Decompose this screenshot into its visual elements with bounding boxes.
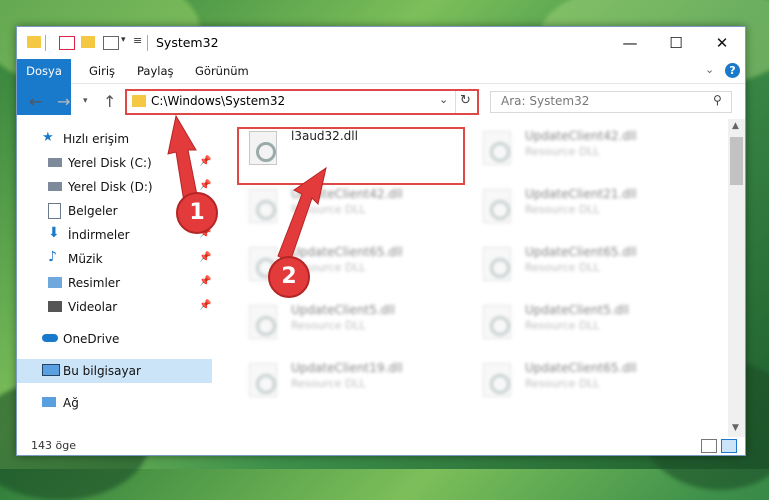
download-icon: ⬇ bbox=[48, 225, 60, 241]
nav-quick-access[interactable]: ★ Hızlı erişim bbox=[17, 127, 212, 151]
step-badge-1: 1 bbox=[176, 192, 218, 234]
address-dropdown-icon[interactable]: ⌄ bbox=[439, 93, 448, 106]
nav-local-disk-c[interactable]: Yerel Disk (C:) 📌 bbox=[17, 151, 212, 175]
forward-button[interactable]: → bbox=[57, 92, 70, 111]
refresh-icon[interactable]: ↻ bbox=[460, 93, 471, 108]
nav-videos[interactable]: Videolar 📌 bbox=[17, 295, 212, 319]
title-bar: ▾ ≡ System32 — ☐ ✕ bbox=[17, 27, 745, 59]
ribbon-expand-icon[interactable]: ⌄ bbox=[705, 63, 714, 76]
status-bar: 143 öge bbox=[17, 437, 745, 455]
music-icon: ♪ bbox=[48, 249, 57, 265]
file-highlight-box bbox=[237, 127, 465, 185]
pin-icon[interactable]: 📌 bbox=[199, 180, 211, 191]
file-item[interactable]: UpdateClient65.dll Resource DLL bbox=[475, 239, 705, 295]
cloud-icon bbox=[42, 334, 58, 342]
large-icons-view-icon[interactable] bbox=[721, 439, 737, 453]
scroll-up-icon[interactable]: ▲ bbox=[732, 121, 739, 131]
step-badge-2: 2 bbox=[268, 256, 310, 298]
scrollbar-thumb[interactable] bbox=[730, 137, 743, 185]
video-icon bbox=[48, 301, 62, 312]
search-icon[interactable]: ⚲ bbox=[713, 93, 722, 107]
quick-access-menu-icon[interactable]: ≡ bbox=[133, 34, 142, 47]
pin-icon[interactable]: 📌 bbox=[199, 300, 211, 311]
star-icon: ★ bbox=[42, 130, 54, 145]
file-item[interactable]: UpdateClient42.dll Resource DLL bbox=[241, 181, 471, 237]
file-item[interactable]: UpdateClient5.dll Resource DLL bbox=[241, 297, 471, 353]
navigation-pane: ★ Hızlı erişim Yerel Disk (C:) 📌 Yerel D… bbox=[17, 119, 212, 437]
scroll-down-icon[interactable]: ▼ bbox=[732, 423, 739, 433]
dll-file-icon bbox=[483, 305, 511, 339]
tab-gorunum[interactable]: Görünüm bbox=[195, 59, 249, 83]
folder-icon bbox=[27, 36, 41, 48]
tab-paylas[interactable]: Paylaş bbox=[137, 59, 174, 83]
search-placeholder: Ara: System32 bbox=[501, 94, 590, 108]
nav-network[interactable]: Ağ bbox=[17, 391, 212, 415]
maximize-button[interactable]: ☐ bbox=[653, 27, 699, 59]
dll-file-icon bbox=[249, 363, 277, 397]
drive-icon bbox=[48, 158, 62, 167]
nav-pictures[interactable]: Resimler 📌 bbox=[17, 271, 212, 295]
pin-icon[interactable]: 📌 bbox=[199, 156, 211, 167]
back-button[interactable]: ← bbox=[29, 92, 42, 111]
pictures-icon bbox=[48, 277, 62, 288]
nav-this-pc[interactable]: Bu bilgisayar bbox=[17, 359, 212, 383]
file-item[interactable]: UpdateClient21.dll Resource DLL bbox=[475, 181, 705, 237]
address-bar[interactable]: C:\Windows\System32 ⌄ ↻ bbox=[125, 89, 479, 115]
document-icon bbox=[48, 203, 61, 219]
vertical-scrollbar[interactable]: ▲ ▼ bbox=[728, 119, 745, 437]
item-count: 143 öge bbox=[31, 439, 76, 452]
pin-icon[interactable]: 📌 bbox=[199, 252, 211, 263]
new-folder-icon[interactable] bbox=[81, 36, 95, 48]
search-box[interactable]: Ara: System32 ⚲ bbox=[490, 91, 732, 113]
help-icon[interactable]: ? bbox=[725, 63, 740, 78]
pin-icon[interactable]: 📌 bbox=[199, 276, 211, 287]
up-button[interactable]: ↑ bbox=[103, 92, 116, 111]
dll-file-icon bbox=[249, 189, 277, 223]
file-item[interactable]: UpdateClient19.dll Resource DLL bbox=[241, 355, 471, 411]
dll-file-icon bbox=[483, 363, 511, 397]
file-item[interactable]: UpdateClient42.dll Resource DLL bbox=[475, 123, 705, 179]
network-icon bbox=[42, 397, 56, 407]
tab-giris[interactable]: Giriş bbox=[89, 59, 115, 83]
explorer-window: ▾ ≡ System32 — ☐ ✕ Dosya Giriş Paylaş Gö… bbox=[16, 26, 746, 456]
minimize-button[interactable]: — bbox=[607, 27, 653, 59]
customize-toolbar-icon[interactable] bbox=[103, 36, 119, 50]
file-item[interactable]: UpdateClient5.dll Resource DLL bbox=[475, 297, 705, 353]
window-title: System32 bbox=[156, 35, 219, 50]
file-item[interactable]: UpdateClient65.dll Resource DLL bbox=[475, 355, 705, 411]
details-view-icon[interactable] bbox=[701, 439, 717, 453]
address-path: C:\Windows\System32 bbox=[151, 94, 286, 108]
nav-music[interactable]: ♪ Müzik 📌 bbox=[17, 247, 212, 271]
nav-onedrive[interactable]: OneDrive bbox=[17, 327, 212, 351]
drive-icon bbox=[48, 182, 62, 191]
dll-file-icon bbox=[483, 247, 511, 281]
address-row: ← → ▾ ↑ C:\Windows\System32 ⌄ ↻ Ara: Sys… bbox=[17, 84, 745, 118]
close-button[interactable]: ✕ bbox=[699, 27, 745, 59]
recent-locations-icon[interactable]: ▾ bbox=[83, 96, 88, 106]
dll-file-icon bbox=[483, 131, 511, 165]
nav-local-disk-d[interactable]: Yerel Disk (D:) 📌 bbox=[17, 175, 212, 199]
folder-icon bbox=[132, 95, 146, 107]
properties-icon[interactable] bbox=[59, 36, 75, 50]
computer-icon bbox=[42, 364, 60, 376]
dll-file-icon bbox=[249, 305, 277, 339]
dll-file-icon bbox=[483, 189, 511, 223]
dropdown-arrow-icon[interactable]: ▾ bbox=[121, 35, 126, 45]
ribbon-tabs: Dosya Giriş Paylaş Görünüm ⌄ ? bbox=[17, 59, 745, 115]
